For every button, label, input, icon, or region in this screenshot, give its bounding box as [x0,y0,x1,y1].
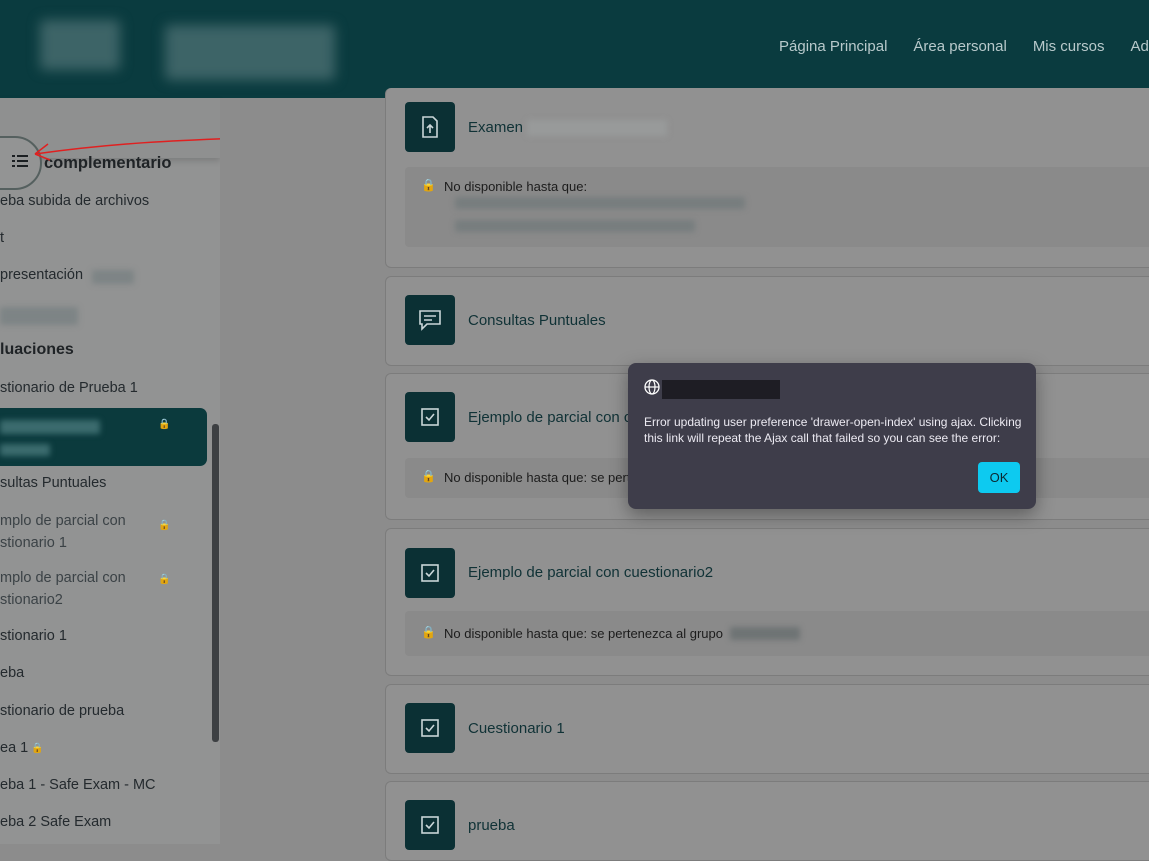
annotation-arrow [0,130,250,170]
restriction-text: No disponible hasta que: [444,179,587,194]
activity-title-parcial1[interactable]: Ejemplo de parcial con c [468,409,631,426]
activity-title-consultas[interactable]: Consultas Puntuales [468,312,606,329]
lock-icon: 🔒 [421,469,436,483]
drawer-item-presentation[interactable]: presentación [0,264,83,286]
forum-icon[interactable] [405,295,455,345]
quiz-icon[interactable] [405,703,455,753]
lock-icon: 🔒 [421,625,436,639]
drawer-item-prueba2-safe[interactable]: eba 2 Safe Exam [0,811,111,833]
lock-icon: 🔒 [158,574,170,585]
primary-navigation: Página Principal Área personal Mis curso… [779,38,1149,55]
drawer-item-active[interactable]: 🔒 [0,408,207,466]
redacted-text [0,444,50,456]
lock-icon: 🔒 [158,419,170,430]
restriction-text: No disponible hasta que: se pertenezca a… [444,626,723,641]
activity-title-cuestionario1[interactable]: Cuestionario 1 [468,720,565,737]
redacted-restriction [455,220,695,232]
quiz-icon[interactable] [405,548,455,598]
ok-button[interactable]: OK [978,462,1020,493]
top-navbar: Página Principal Área personal Mis curso… [0,0,1149,98]
course-index-drawer: eba subida de archivos t presentación lu… [0,98,220,844]
nav-dashboard-link[interactable]: Área personal [913,38,1006,55]
drawer-item-parcial1-line1[interactable]: mplo de parcial con [0,510,126,532]
error-dialog: Error updating user preference 'drawer-o… [628,363,1036,509]
drawer-item-prueba1[interactable]: ea 1 [0,737,28,759]
drawer-scrollbar[interactable] [212,424,219,742]
drawer-section-evaluaciones[interactable]: luaciones [0,339,74,361]
quiz-icon[interactable] [405,392,455,442]
lock-icon: 🔒 [31,743,43,754]
redacted-text [527,120,667,136]
quiz-icon[interactable] [405,800,455,850]
activity-title-examen[interactable]: Examen [468,119,523,136]
site-name [165,25,335,80]
drawer-item-parcial2-line1[interactable]: mplo de parcial con [0,567,126,589]
site-logo[interactable] [40,20,120,70]
drawer-item-file-upload[interactable]: eba subida de archivos [0,190,149,212]
drawer-item-consultas[interactable]: sultas Puntuales [0,472,106,494]
lock-icon: 🔒 [158,520,170,531]
redacted-text [0,420,100,434]
redacted-text [730,627,800,640]
nav-admin-link[interactable]: Adr [1131,38,1149,55]
nav-my-courses-link[interactable]: Mis cursos [1033,38,1105,55]
lock-icon: 🔒 [421,178,436,192]
drawer-item-parcial1-line2[interactable]: stionario 1 [0,532,67,554]
activity-title-parcial2[interactable]: Ejemplo de parcial con cuestionario2 [468,564,713,581]
drawer-item-parcial2-line2[interactable]: stionario2 [0,589,63,611]
drawer-item-quiz-test1[interactable]: stionario de Prueba 1 [0,377,138,399]
activity-title-prueba[interactable]: prueba [468,817,515,834]
redacted-text [92,270,134,284]
drawer-item-prueba1-safe[interactable]: eba 1 - Safe Exam - MC [0,774,156,796]
redacted-hostname [662,380,780,399]
error-message: Error updating user preference 'drawer-o… [644,414,1024,446]
redacted-text [0,307,78,325]
nav-home-link[interactable]: Página Principal [779,38,887,55]
globe-icon [644,379,660,400]
drawer-item-prueba[interactable]: eba [0,662,24,684]
drawer-item-cuestionario1[interactable]: stionario 1 [0,625,67,647]
file-upload-icon[interactable] [405,102,455,152]
drawer-item-t[interactable]: t [0,227,4,249]
drawer-item-cuestionario-prueba[interactable]: stionario de prueba [0,700,124,722]
restriction-text: No disponible hasta que: se perten [444,470,645,485]
redacted-restriction [455,197,745,209]
